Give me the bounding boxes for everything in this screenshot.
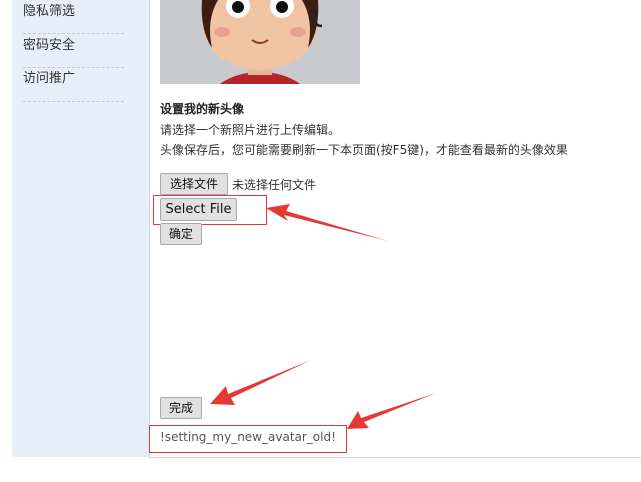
done-button[interactable]: 完成: [160, 397, 202, 419]
avatar-instruction: 请选择一个新照片进行上传编辑。: [160, 123, 341, 137]
annotation-arrow-icon: [210, 360, 311, 405]
confirm-button[interactable]: 确定: [160, 223, 202, 245]
sidebar-item-label: 隐私筛选: [23, 4, 76, 19]
annotation-arrow-icon: [266, 204, 388, 241]
placeholder-text: !setting_my_new_avatar_old!: [160, 430, 336, 444]
current-avatar-image: [160, 0, 360, 84]
cartoon-avatar-icon: [160, 0, 360, 84]
sidebar-item-visit-promotion[interactable]: 访问推广: [23, 68, 124, 102]
sidebar-item-password-security[interactable]: 密码安全: [23, 34, 124, 68]
sidebar: 隐私筛选 密码安全 访问推广: [12, 0, 150, 457]
sidebar-item-label: 访问推广: [23, 71, 76, 86]
sidebar-item-label: 密码安全: [23, 38, 76, 53]
annotation-arrow-icon: [347, 393, 436, 429]
avatar-refresh-note: 头像保存后，您可能需要刷新一下本页面(按F5键)，才能查看最新的头像效果: [160, 143, 568, 157]
file-status-text: 未选择任何文件: [232, 178, 317, 192]
avatar-heading: 设置我的新头像: [160, 102, 245, 116]
choose-file-button[interactable]: 选择文件: [160, 173, 228, 195]
sidebar-item-privacy-filter[interactable]: 隐私筛选: [23, 0, 124, 34]
select-file-button[interactable]: Select File: [160, 198, 237, 221]
content-bottom-border: [149, 457, 641, 458]
